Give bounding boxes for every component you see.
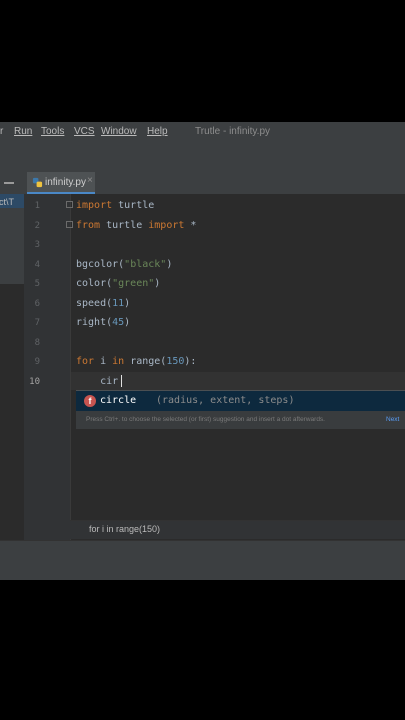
code-token: ) xyxy=(166,258,173,270)
project-path: ect\T xyxy=(0,197,15,207)
tab-label: infinity.py xyxy=(45,177,86,188)
code-line: import turtle xyxy=(76,200,154,211)
code-token: cir xyxy=(76,375,119,387)
code-token: speed( xyxy=(76,297,113,309)
code-token: bgcolor( xyxy=(76,258,125,270)
bottom-tool-panel xyxy=(0,540,405,580)
pycharm-window: r Run Tools VCS Window Help Trutle - inf… xyxy=(0,122,405,580)
line-number: 7 xyxy=(34,318,40,328)
python-file-icon xyxy=(32,177,43,188)
code-token: i xyxy=(94,356,113,367)
toolbar xyxy=(0,142,405,173)
suggestion-params: (radius, extent, steps) xyxy=(156,395,295,406)
line-number: 2 xyxy=(34,220,40,231)
autocomplete-suggestion[interactable]: f circle (radius, extent, steps) xyxy=(76,391,405,411)
code-token: ) xyxy=(124,297,131,309)
code-token: import xyxy=(148,219,185,231)
line-number-gutter: 1 2 3 4 5 6 7 8 9 10 xyxy=(24,194,70,580)
code-token: right( xyxy=(76,317,113,328)
code-line: bgcolor("black") xyxy=(76,259,172,270)
line-number: 4 xyxy=(34,259,40,270)
collapse-icon[interactable] xyxy=(4,182,14,184)
line-number: 10 xyxy=(29,376,40,387)
text-caret xyxy=(121,375,122,387)
code-line: color("green") xyxy=(76,278,160,289)
project-panel[interactable]: ect\T xyxy=(0,194,24,284)
menu-bar: r Run Tools VCS Window Help Trutle - inf… xyxy=(0,122,405,142)
code-line: cir xyxy=(76,376,118,387)
menu-vcs[interactable]: VCS xyxy=(74,126,95,137)
code-token: range( xyxy=(124,356,167,367)
code-token: 150 xyxy=(166,356,185,367)
code-token: * xyxy=(184,219,197,231)
code-token: turtle xyxy=(100,219,149,231)
menu-help[interactable]: Help xyxy=(147,126,168,137)
code-line: from turtle import * xyxy=(76,220,196,231)
code-token: ): xyxy=(184,356,197,367)
breadcrumb-item[interactable]: for i in range(150) xyxy=(89,524,160,534)
code-token: "green" xyxy=(112,278,155,289)
line-number: 6 xyxy=(34,298,40,309)
code-token: 11 xyxy=(112,297,125,309)
line-number: 5 xyxy=(34,279,40,289)
tab-infinity-py[interactable]: infinity.py × xyxy=(27,172,95,194)
code-line: speed(11) xyxy=(76,298,130,309)
line-number: 8 xyxy=(34,337,40,348)
code-line: for i in range(150): xyxy=(76,356,196,367)
function-icon: f xyxy=(84,395,96,407)
code-token: "black" xyxy=(124,258,167,270)
autocomplete-hint: Press Ctrl+. to choose the selected (or … xyxy=(86,416,325,423)
autocomplete-popup: f circle (radius, extent, steps) Press C… xyxy=(76,390,405,429)
line-number: 3 xyxy=(34,240,40,250)
suggestion-name: circle xyxy=(100,395,137,406)
menu-run[interactable]: Run xyxy=(14,126,32,137)
code-token: ) xyxy=(154,278,161,289)
menu-refactor[interactable]: r xyxy=(0,126,3,137)
close-icon[interactable]: × xyxy=(87,175,93,186)
code-token: color( xyxy=(76,278,113,289)
code-token: in xyxy=(112,356,125,367)
fold-icon[interactable] xyxy=(66,201,73,208)
code-token: import xyxy=(76,200,113,211)
code-token: turtle xyxy=(112,200,155,211)
breadcrumb: for i in range(150) xyxy=(70,520,405,539)
code-token: for xyxy=(76,356,95,367)
menu-tools[interactable]: Tools xyxy=(41,126,64,137)
line-number: 1 xyxy=(34,201,40,211)
code-token: 45 xyxy=(112,317,125,328)
window-title: Trutle - infinity.py xyxy=(195,126,271,137)
code-token: ) xyxy=(124,317,131,328)
code-line: right(45) xyxy=(76,317,130,328)
fold-icon[interactable] xyxy=(66,221,73,228)
autocomplete-next-tip-link[interactable]: Next xyxy=(386,416,399,423)
code-token: from xyxy=(76,219,101,231)
menu-window[interactable]: Window xyxy=(101,126,137,137)
line-number: 9 xyxy=(34,357,40,367)
